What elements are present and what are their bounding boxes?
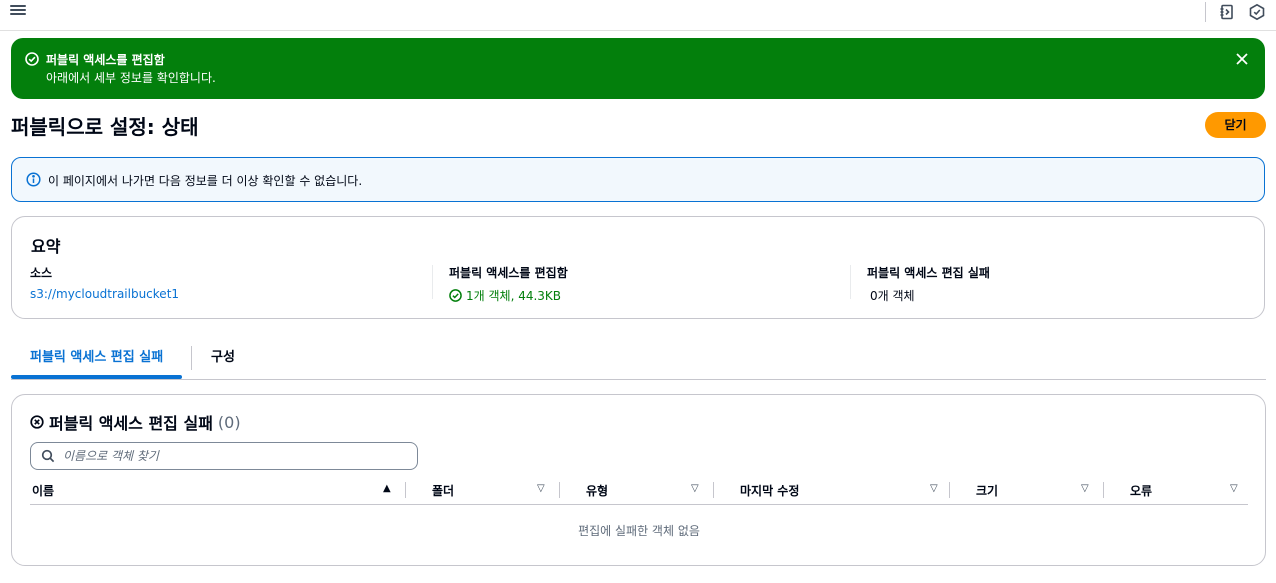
column-header-label: 오류 xyxy=(1130,484,1153,498)
page-title: 퍼블릭으로 설정: 상태 xyxy=(11,115,199,139)
column-divider xyxy=(559,482,560,498)
topbar-divider xyxy=(1205,2,1206,22)
failed-objects-container: 퍼블릭 액세스 편집 실패 (0) 이름 ▲ 폴더 ▽ 유형 ▽ 마지막 수정 … xyxy=(11,394,1266,566)
summary-divider xyxy=(432,265,433,299)
column-divider xyxy=(713,482,714,498)
summary-source: 소스 s3://mycloudtrailbucket1 xyxy=(30,264,179,301)
success-flashbar: 퍼블릭 액세스를 편집함 아래에서 세부 정보를 확인합니다. xyxy=(11,38,1265,99)
sort-icon: ▽ xyxy=(691,483,699,494)
table-header: 이름 ▲ 폴더 ▽ 유형 ▽ 마지막 수정 ▽ 크기 ▽ 오류 ▽ xyxy=(30,478,1248,505)
search-input[interactable] xyxy=(63,446,403,466)
source-label: 소스 xyxy=(30,266,53,280)
failed-value: 0개 객체 xyxy=(870,289,915,303)
column-header-label: 폴더 xyxy=(432,484,455,498)
sort-icon: ▽ xyxy=(537,483,545,494)
table-empty-message: 편집에 실패한 객체 없음 xyxy=(578,524,700,538)
tab-failed[interactable]: 퍼블릭 액세스 편집 실패 xyxy=(11,340,183,379)
summary-heading: 요약 xyxy=(31,237,61,256)
column-header-type[interactable]: 유형 ▽ xyxy=(586,482,706,502)
notebook-icon[interactable] xyxy=(1218,3,1236,21)
info-circle-icon xyxy=(26,172,41,187)
column-divider xyxy=(405,482,406,498)
column-header-label: 유형 xyxy=(586,484,609,498)
close-icon[interactable] xyxy=(1235,52,1249,66)
hamburger-menu-icon[interactable] xyxy=(10,4,26,20)
tab-divider xyxy=(191,346,192,370)
column-header-label: 마지막 수정 xyxy=(740,484,800,498)
summary-failed: 퍼블릭 액세스 편집 실패 0개 객체 xyxy=(867,264,990,303)
settings-hex-icon[interactable] xyxy=(1248,3,1266,21)
summary-succeeded: 퍼블릭 액세스를 편집함 1개 객체, 44.3KB xyxy=(449,264,568,303)
sort-icon: ▽ xyxy=(1081,483,1089,494)
check-circle-icon xyxy=(449,289,462,302)
check-circle-icon xyxy=(25,52,39,66)
succeeded-value: 1개 객체, 44.3KB xyxy=(449,287,561,304)
tab-configuration[interactable]: 구성 xyxy=(211,340,235,379)
flash-description: 아래에서 세부 정보를 확인합니다. xyxy=(46,71,216,85)
x-circle-icon xyxy=(30,415,44,429)
summary-divider xyxy=(850,265,851,299)
succeeded-value-text: 1개 객체, 44.3KB xyxy=(466,289,562,303)
column-header-label: 이름 xyxy=(32,484,55,498)
column-header-error[interactable]: 오류 ▽ xyxy=(1130,482,1248,502)
column-header-last-modified[interactable]: 마지막 수정 ▽ xyxy=(740,482,945,502)
search-icon xyxy=(41,449,55,463)
failed-count: (0) xyxy=(217,412,241,432)
info-alert: 이 페이지에서 나가면 다음 정보를 더 이상 확인할 수 없습니다. xyxy=(11,157,1265,202)
search-box xyxy=(30,442,418,470)
failed-heading-text: 퍼블릭 액세스 편집 실패 xyxy=(49,414,213,433)
sort-icon: ▽ xyxy=(1230,483,1238,494)
column-header-size[interactable]: 크기 ▽ xyxy=(976,482,1096,502)
column-header-label: 크기 xyxy=(976,484,999,498)
close-button[interactable]: 닫기 xyxy=(1205,112,1266,138)
column-header-name[interactable]: 이름 ▲ xyxy=(32,482,396,502)
sort-icon: ▽ xyxy=(930,483,938,494)
tab-label: 구성 xyxy=(211,350,235,365)
column-header-folder[interactable]: 폴더 ▽ xyxy=(432,482,552,502)
tab-label: 퍼블릭 액세스 편집 실패 xyxy=(30,350,164,365)
flash-title: 퍼블릭 액세스를 편집함 xyxy=(46,53,165,67)
succeeded-label: 퍼블릭 액세스를 편집함 xyxy=(449,266,568,280)
top-navigation-bar xyxy=(0,0,1276,31)
tabs: 퍼블릭 액세스 편집 실패 구성 xyxy=(11,340,1266,380)
summary-container: 요약 소스 s3://mycloudtrailbucket1 퍼블릭 액세스를 … xyxy=(11,216,1265,319)
failed-label: 퍼블릭 액세스 편집 실패 xyxy=(867,266,990,280)
column-divider xyxy=(949,482,950,498)
failed-heading: 퍼블릭 액세스 편집 실패 (0) xyxy=(30,410,241,434)
source-link[interactable]: s3://mycloudtrailbucket1 xyxy=(30,287,179,301)
sort-ascending-icon: ▲ xyxy=(383,483,391,494)
info-alert-text: 이 페이지에서 나가면 다음 정보를 더 이상 확인할 수 없습니다. xyxy=(48,174,363,188)
column-divider xyxy=(1103,482,1104,498)
